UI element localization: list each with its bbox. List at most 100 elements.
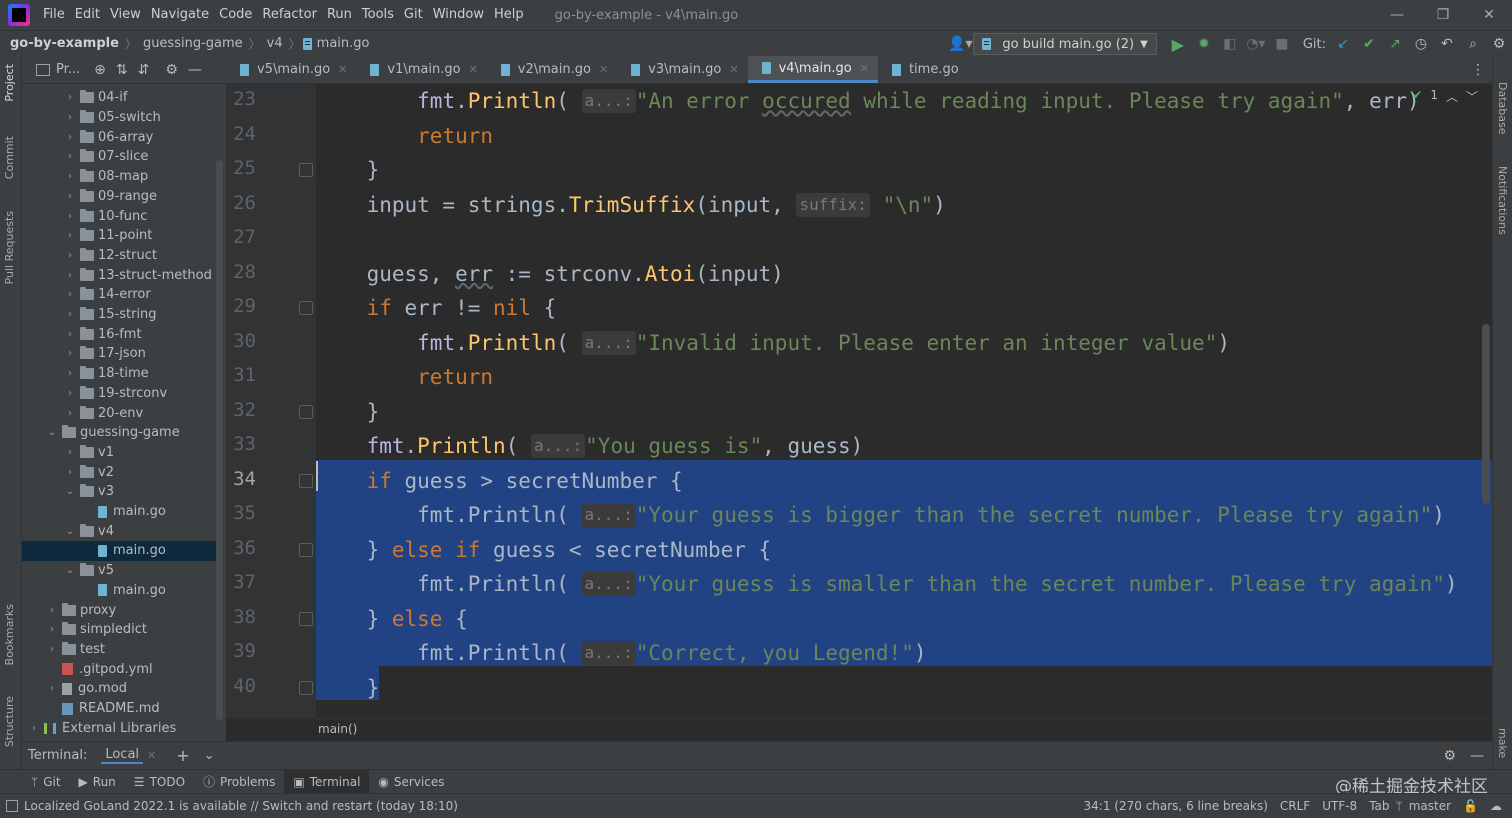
line-number[interactable]: 26: [226, 192, 256, 214]
tool-tab-notifications[interactable]: Notifications: [1496, 166, 1509, 235]
line-number[interactable]: 29: [226, 295, 256, 317]
tree-folder-item[interactable]: › 15-string: [22, 305, 216, 325]
terminal-tab-local[interactable]: Local: [101, 747, 144, 764]
fold-marker-icon[interactable]: [299, 163, 313, 177]
tree-folder-item[interactable]: › 17-json: [22, 344, 216, 364]
git-update-icon[interactable]: ↙: [1330, 32, 1356, 56]
close-icon[interactable]: ✕: [338, 63, 347, 76]
line-number[interactable]: 39: [226, 640, 256, 662]
menu-window[interactable]: Window: [428, 0, 489, 30]
close-icon[interactable]: ✕: [469, 63, 478, 76]
history-icon[interactable]: ◷: [1408, 32, 1434, 56]
close-icon[interactable]: ✕: [147, 749, 156, 762]
gear-icon[interactable]: ⚙: [165, 62, 178, 78]
tree-folder-item[interactable]: › 10-func: [22, 206, 216, 226]
git-push-icon[interactable]: ↗: [1382, 32, 1408, 56]
tree-folder-item[interactable]: › 18-time: [22, 364, 216, 384]
stop-icon[interactable]: ■: [1269, 32, 1295, 56]
layout-toggle-icon[interactable]: [6, 800, 18, 812]
close-icon[interactable]: ✕: [729, 63, 738, 76]
collapse-all-icon[interactable]: ⇵: [138, 62, 150, 78]
tree-folder-item[interactable]: ⌄ guessing-game: [22, 423, 216, 443]
line-number[interactable]: 40: [226, 675, 256, 697]
chevron-right-icon[interactable]: ›: [64, 250, 76, 261]
profile-icon[interactable]: ◔▾: [1243, 32, 1269, 56]
tree-file-item[interactable]: main.go: [22, 502, 216, 522]
tool-tab-make[interactable]: make: [1496, 728, 1509, 758]
bottom-tab-terminal[interactable]: ▣ Terminal: [284, 769, 370, 794]
chevron-right-icon[interactable]: ›: [64, 230, 76, 241]
tab-v5-main[interactable]: v5\main.go ✕: [226, 56, 356, 83]
chevron-right-icon[interactable]: ›: [64, 309, 76, 320]
chevron-right-icon[interactable]: ›: [46, 624, 58, 635]
chevron-right-icon[interactable]: ›: [64, 388, 76, 399]
line-number[interactable]: 34: [226, 468, 256, 490]
line-number[interactable]: 30: [226, 330, 256, 352]
tree-file-item[interactable]: › External Libraries: [22, 718, 216, 738]
editor-scrollbar[interactable]: [1482, 324, 1490, 504]
menu-file[interactable]: File: [38, 0, 70, 30]
chevron-right-icon[interactable]: ›: [64, 408, 76, 419]
line-number[interactable]: 38: [226, 606, 256, 628]
tree-folder-item[interactable]: › 11-point: [22, 226, 216, 246]
bottom-tab-problems[interactable]: ⓘ Problems: [194, 770, 284, 794]
chevron-right-icon[interactable]: ›: [64, 92, 76, 103]
tab-time[interactable]: time.go: [878, 56, 968, 83]
chevron-right-icon[interactable]: ›: [64, 112, 76, 123]
chevron-down-icon[interactable]: ⌄: [204, 748, 215, 763]
line-number[interactable]: 27: [226, 226, 256, 248]
line-number[interactable]: 36: [226, 537, 256, 559]
tool-tab-commit[interactable]: Commit: [3, 136, 16, 179]
inspection-widget[interactable]: ✔ 1 ︿ ﹀: [1412, 88, 1478, 105]
more-tabs-icon[interactable]: ⋮: [1464, 56, 1492, 83]
chevron-right-icon[interactable]: ›: [64, 348, 76, 359]
fold-marker-icon[interactable]: [299, 473, 313, 488]
tree-folder-item[interactable]: › 12-struct: [22, 246, 216, 266]
close-icon[interactable]: ✕: [599, 63, 608, 76]
tree-folder-item[interactable]: › 09-range: [22, 187, 216, 207]
editor-breadcrumb[interactable]: main(): [316, 718, 1492, 740]
hide-panel-icon[interactable]: —: [188, 62, 202, 78]
fold-marker-icon[interactable]: [299, 680, 313, 695]
tree-folder-item[interactable]: › simpledict: [22, 620, 216, 640]
tree-folder-item[interactable]: ⌄ v5: [22, 561, 216, 581]
code-editor[interactable]: fmt.Println( a...: "An error occured whil…: [316, 84, 1492, 718]
close-icon[interactable]: ✕: [1466, 0, 1512, 30]
chevron-right-icon[interactable]: ›: [64, 467, 76, 478]
file-encoding[interactable]: UTF-8: [1316, 799, 1363, 813]
tree-folder-item[interactable]: › 20-env: [22, 403, 216, 423]
chevron-right-icon[interactable]: ›: [64, 171, 76, 182]
line-number[interactable]: 28: [226, 261, 256, 283]
fold-marker-icon[interactable]: [299, 611, 313, 626]
chevron-down-icon[interactable]: ⌄: [64, 565, 76, 576]
line-ending[interactable]: CRLF: [1274, 799, 1316, 813]
breadcrumb-project[interactable]: go-by-example: [0, 36, 123, 51]
chevron-right-icon[interactable]: ›: [64, 329, 76, 340]
status-message[interactable]: Localized GoLand 2022.1 is available // …: [18, 799, 464, 813]
close-icon[interactable]: ✕: [860, 62, 869, 75]
tree-file-item[interactable]: main.go: [22, 581, 216, 601]
chevron-right-icon[interactable]: ›: [64, 132, 76, 143]
tool-tab-structure[interactable]: Structure: [3, 696, 16, 747]
debug-icon[interactable]: ✹: [1191, 32, 1217, 56]
tree-folder-item[interactable]: › proxy: [22, 600, 216, 620]
add-icon[interactable]: +: [176, 746, 189, 765]
menu-git[interactable]: Git: [399, 0, 428, 30]
line-number[interactable]: 25: [226, 157, 256, 179]
tree-folder-item[interactable]: › 07-slice: [22, 147, 216, 167]
caret-position[interactable]: 34:1 (270 chars, 6 line breaks): [1078, 799, 1274, 813]
tree-folder-item[interactable]: › 08-map: [22, 167, 216, 187]
line-number[interactable]: 35: [226, 502, 256, 524]
menu-edit[interactable]: Edit: [70, 0, 105, 30]
settings-icon[interactable]: ⚙: [1486, 32, 1512, 56]
chevron-right-icon[interactable]: ›: [64, 211, 76, 222]
chevron-down-icon[interactable]: ⌄: [46, 427, 58, 438]
tree-scrollbar[interactable]: [216, 160, 223, 720]
locate-icon[interactable]: ⊕: [94, 62, 106, 78]
run-configuration-select[interactable]: go build main.go (2) ▼: [973, 33, 1157, 55]
fold-marker-icon[interactable]: [299, 301, 313, 315]
rollback-icon[interactable]: ↶: [1434, 32, 1460, 56]
chevron-right-icon[interactable]: ›: [46, 683, 58, 694]
tree-folder-item[interactable]: › 16-fmt: [22, 324, 216, 344]
menu-run[interactable]: Run: [322, 0, 357, 30]
